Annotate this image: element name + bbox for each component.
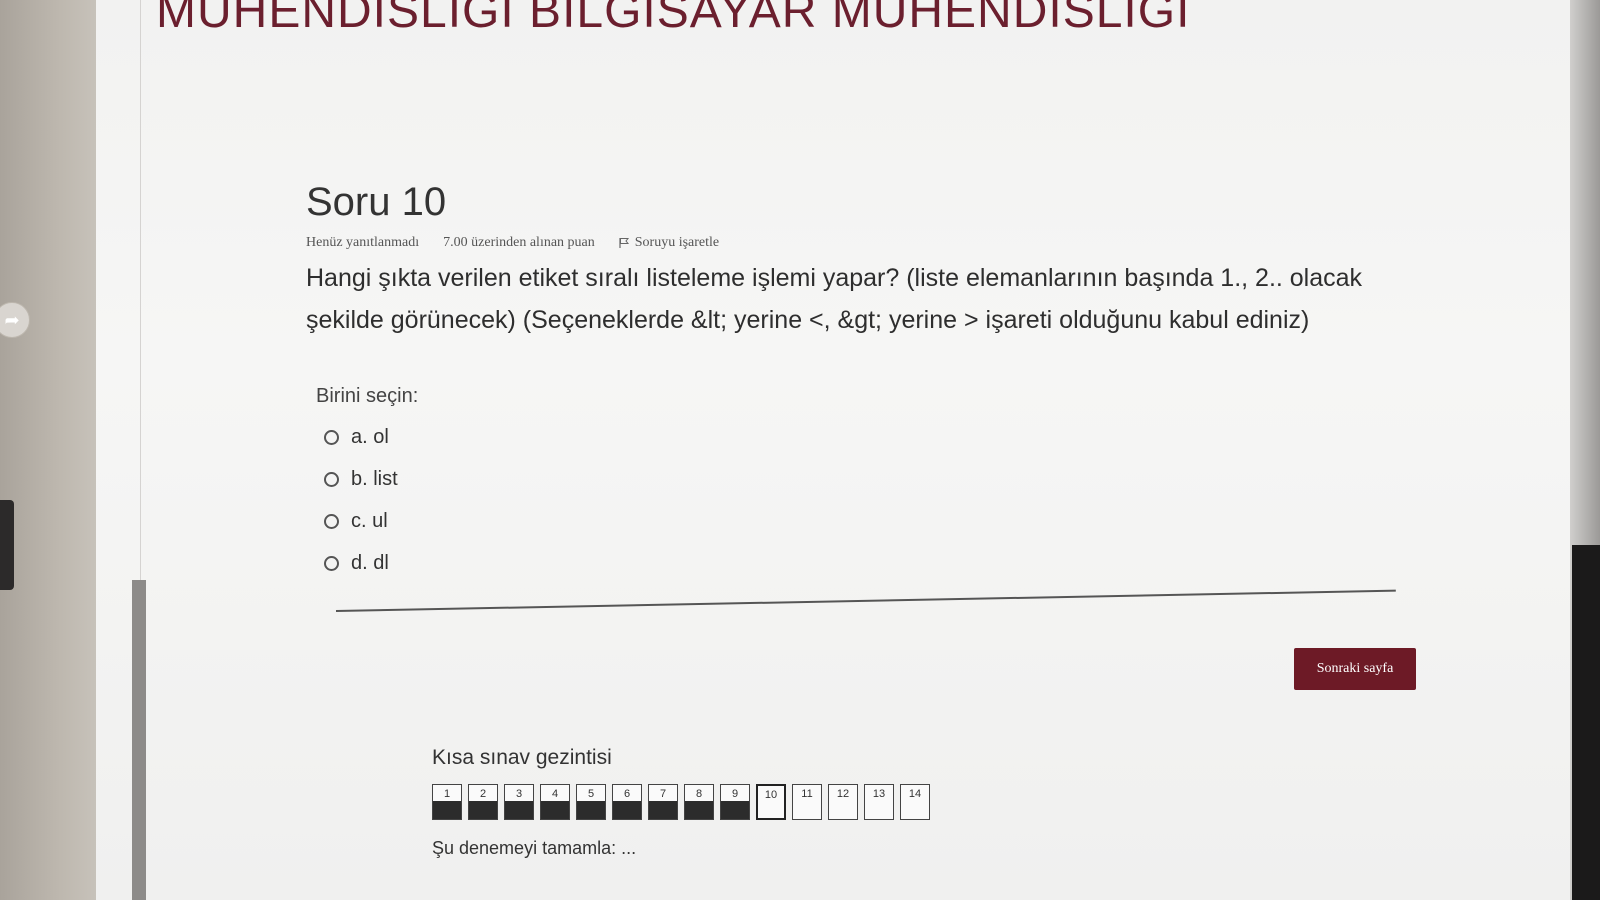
flag-question-button[interactable]: Soruyu işaretle — [619, 235, 719, 251]
site-title: MÜHENDİSLİĞİ BİLGİSAYAR MÜHENDİSLİĞİ — [156, 0, 1191, 38]
quiz-nav-button-9[interactable]: 9 — [720, 784, 750, 820]
quiz-nav-buttons: 1 2 3 4 5 6 7 8 9 10 11 12 13 14 — [432, 784, 930, 820]
choose-label: Birini seçin: — [316, 385, 419, 407]
quiz-nav-button-11[interactable]: 11 — [792, 784, 822, 820]
quiz-nav-button-14[interactable]: 14 — [900, 784, 930, 820]
quiz-nav-button-10[interactable]: 10 — [756, 784, 786, 820]
flag-icon — [619, 238, 629, 248]
quiz-nav-button-7[interactable]: 7 — [648, 784, 678, 820]
divider — [335, 589, 1396, 612]
question-info: Henüz yanıtlanmadı 7.00 üzerinden alınan… — [306, 235, 1536, 251]
option-a[interactable]: a. ol — [324, 416, 1536, 458]
quiz-nav-button-3[interactable]: 3 — [504, 784, 534, 820]
quiz-nav-button-13[interactable]: 13 — [864, 784, 894, 820]
option-label: c. ul — [351, 509, 388, 532]
quiz-page: MÜHENDİSLİĞİ BİLGİSAYAR MÜHENDİSLİĞİ Sor… — [96, 0, 1600, 900]
radio-button[interactable] — [324, 555, 339, 571]
option-label: d. dl — [351, 551, 389, 574]
radio-button[interactable] — [324, 513, 339, 529]
quiz-nav-button-8[interactable]: 8 — [684, 784, 714, 820]
quiz-nav-button-6[interactable]: 6 — [612, 784, 642, 820]
quiz-nav-button-4[interactable]: 4 — [540, 784, 570, 820]
question-text: Hangi şıkta verilen etiket sıralı listel… — [306, 264, 1363, 334]
question-number: Soru 10 — [306, 180, 447, 224]
quiz-navigation: Kısa sınav gezintisi 1 2 3 4 5 6 7 8 9 10 11 12 13 14… — [432, 746, 930, 859]
left-edge-shadow — [0, 500, 14, 590]
page-side-strip — [132, 580, 146, 900]
option-d[interactable]: d. dl — [324, 542, 1536, 584]
left-bezel — [0, 0, 96, 900]
quiz-nav-button-5[interactable]: 5 — [576, 784, 606, 820]
flag-question-label: Soruyu işaretle — [634, 235, 720, 250]
question-block: Soru 10 Henüz yanıtlanmadı 7.00 üzerinde… — [306, 180, 1536, 584]
next-page-button[interactable]: Sonraki sayfa — [1294, 648, 1416, 690]
quiz-nav-title: Kısa sınav gezintisi — [432, 746, 612, 769]
radio-button[interactable] — [324, 471, 339, 487]
option-label: b. list — [351, 467, 398, 490]
option-c[interactable]: c. ul — [324, 500, 1536, 542]
quiz-nav-button-1[interactable]: 1 — [432, 784, 462, 820]
finish-attempt-link[interactable]: Şu denemeyi tamamla: ... — [432, 838, 930, 859]
right-edge-dark — [1572, 545, 1600, 900]
radio-button[interactable] — [324, 429, 339, 445]
question-status: Henüz yanıtlanmadı — [306, 235, 420, 250]
option-b[interactable]: b. list — [324, 458, 1536, 500]
question-points: 7.00 üzerinden alınan puan — [443, 235, 595, 250]
option-label: a. ol — [351, 425, 389, 448]
answer-options: a. ol b. list c. ul d. dl — [306, 416, 1536, 584]
quiz-nav-button-2[interactable]: 2 — [468, 784, 498, 820]
quiz-nav-button-12[interactable]: 12 — [828, 784, 858, 820]
